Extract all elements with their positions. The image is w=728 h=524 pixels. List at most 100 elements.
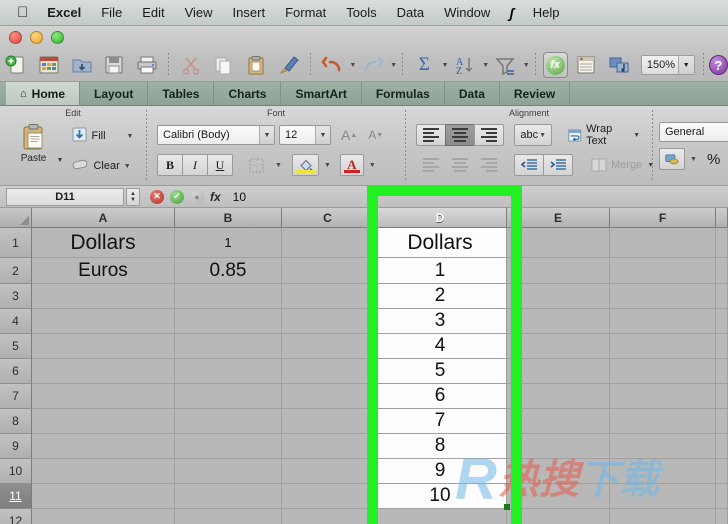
accept-icon[interactable]: ✓: [170, 189, 184, 204]
row-header-5[interactable]: 5: [0, 334, 32, 359]
cell-c5[interactable]: [282, 334, 374, 358]
cell-d6[interactable]: 5: [374, 359, 507, 383]
redo-icon[interactable]: [358, 50, 387, 80]
merge-button[interactable]: Merge ▼: [585, 154, 660, 176]
media-browser-icon[interactable]: [604, 50, 633, 80]
cell-g9[interactable]: [716, 434, 728, 458]
align-center-button[interactable]: [445, 154, 475, 176]
bold-button[interactable]: B: [157, 154, 183, 176]
tab-smartart[interactable]: SmartArt: [281, 82, 362, 105]
menu-item-file[interactable]: File: [91, 0, 132, 25]
cell-f5[interactable]: [610, 334, 716, 358]
cell-c6[interactable]: [282, 359, 374, 383]
cell-a8[interactable]: [32, 409, 175, 433]
toolbox-icon[interactable]: [572, 50, 601, 80]
function-builder-icon[interactable]: fx: [542, 52, 568, 78]
cell-b3[interactable]: [175, 284, 282, 308]
grow-font-button[interactable]: A ▲: [335, 124, 363, 146]
cell-e3[interactable]: [507, 284, 610, 308]
fill-handle[interactable]: [504, 504, 510, 510]
font-color-button[interactable]: A: [339, 154, 364, 176]
print-icon[interactable]: [133, 50, 162, 80]
sort-dropdown-caret-icon[interactable]: ▼: [482, 62, 489, 69]
redo-dropdown-caret-icon[interactable]: ▼: [390, 62, 397, 69]
borders-button[interactable]: [243, 154, 270, 176]
zoom-level-control[interactable]: 150% ▼: [640, 55, 695, 75]
menu-item-data[interactable]: Data: [387, 0, 434, 25]
cell-d8[interactable]: 7: [374, 409, 507, 433]
cell-d10[interactable]: 9: [374, 459, 507, 483]
cell-g8[interactable]: [716, 409, 728, 433]
open-folder-icon[interactable]: [67, 50, 96, 80]
format-painter-icon[interactable]: [274, 50, 303, 80]
undo-dropdown-caret-icon[interactable]: ▼: [349, 62, 356, 69]
cell-a2[interactable]: Euros: [32, 258, 175, 283]
fill-color-button[interactable]: [291, 154, 319, 176]
cell-d1[interactable]: Dollars: [374, 228, 507, 257]
paste-icon[interactable]: [242, 50, 271, 80]
align-right-button[interactable]: [474, 154, 504, 176]
formula-bar-value[interactable]: 10: [233, 190, 246, 204]
currency-caret-icon[interactable]: ▼: [690, 156, 697, 163]
column-header-a[interactable]: A: [32, 208, 175, 228]
tab-charts[interactable]: Charts: [214, 82, 282, 105]
row-header-1[interactable]: 1: [0, 228, 32, 258]
cell-b12[interactable]: [175, 509, 282, 524]
align-middle-button[interactable]: [445, 124, 475, 146]
menu-item-insert[interactable]: Insert: [223, 0, 276, 25]
cell-e2[interactable]: [507, 258, 610, 283]
close-window-button[interactable]: [9, 31, 22, 44]
cell-b10[interactable]: [175, 459, 282, 483]
percent-format-button[interactable]: %: [701, 148, 726, 170]
cell-a7[interactable]: [32, 384, 175, 408]
cell-g7[interactable]: [716, 384, 728, 408]
filter-dropdown-caret-icon[interactable]: ▼: [523, 62, 530, 69]
name-box[interactable]: D11: [6, 187, 124, 206]
cell-e12[interactable]: [507, 509, 610, 524]
cell-a6[interactable]: [32, 359, 175, 383]
cell-e10[interactable]: [507, 459, 610, 483]
wrap-text-caret-icon[interactable]: ▼: [633, 132, 640, 139]
name-box-stepper[interactable]: ▲ ▼: [126, 187, 140, 206]
cell-f3[interactable]: [610, 284, 716, 308]
cell-g4[interactable]: [716, 309, 728, 333]
menu-item-window[interactable]: Window: [434, 0, 500, 25]
clear-button[interactable]: Clear ▼: [69, 154, 135, 178]
cell-g1[interactable]: [716, 228, 728, 257]
row-header-11[interactable]: 11: [0, 484, 32, 509]
font-family-caret-icon[interactable]: ▼: [259, 126, 274, 144]
cell-c2[interactable]: [282, 258, 374, 283]
cell-f11[interactable]: [610, 484, 716, 508]
column-header-c[interactable]: C: [282, 208, 374, 228]
template-gallery-icon[interactable]: [35, 50, 64, 80]
menu-item-view[interactable]: View: [175, 0, 223, 25]
wrap-text-button[interactable]: Wrap Text ▼: [562, 123, 646, 147]
cell-a4[interactable]: [32, 309, 175, 333]
cell-e4[interactable]: [507, 309, 610, 333]
cell-g10[interactable]: [716, 459, 728, 483]
cell-g12[interactable]: [716, 509, 728, 524]
number-format-select[interactable]: General: [659, 122, 728, 142]
tab-layout[interactable]: Layout: [80, 82, 149, 105]
tab-review[interactable]: Review: [500, 82, 571, 105]
cell-e1[interactable]: [507, 228, 610, 257]
cell-f10[interactable]: [610, 459, 716, 483]
filter-icon[interactable]: [491, 50, 520, 80]
align-left-button[interactable]: [416, 154, 446, 176]
cell-e6[interactable]: [507, 359, 610, 383]
cell-c11[interactable]: [282, 484, 374, 508]
cell-g6[interactable]: [716, 359, 728, 383]
cell-b8[interactable]: [175, 409, 282, 433]
cell-b9[interactable]: [175, 434, 282, 458]
clear-dropdown-caret-icon[interactable]: ▼: [124, 163, 131, 170]
cell-d7[interactable]: 6: [374, 384, 507, 408]
font-size-caret-icon[interactable]: ▼: [315, 126, 330, 144]
cell-c12[interactable]: [282, 509, 374, 524]
select-all-corner[interactable]: [0, 208, 32, 228]
cell-a12[interactable]: [32, 509, 175, 524]
font-family-select[interactable]: Calibri (Body) ▼: [157, 125, 275, 145]
increase-indent-button[interactable]: [543, 154, 573, 176]
cell-b1[interactable]: 1: [175, 228, 282, 257]
zoom-dropdown-caret-icon[interactable]: ▼: [677, 56, 694, 74]
borders-caret-icon[interactable]: ▼: [275, 162, 282, 169]
